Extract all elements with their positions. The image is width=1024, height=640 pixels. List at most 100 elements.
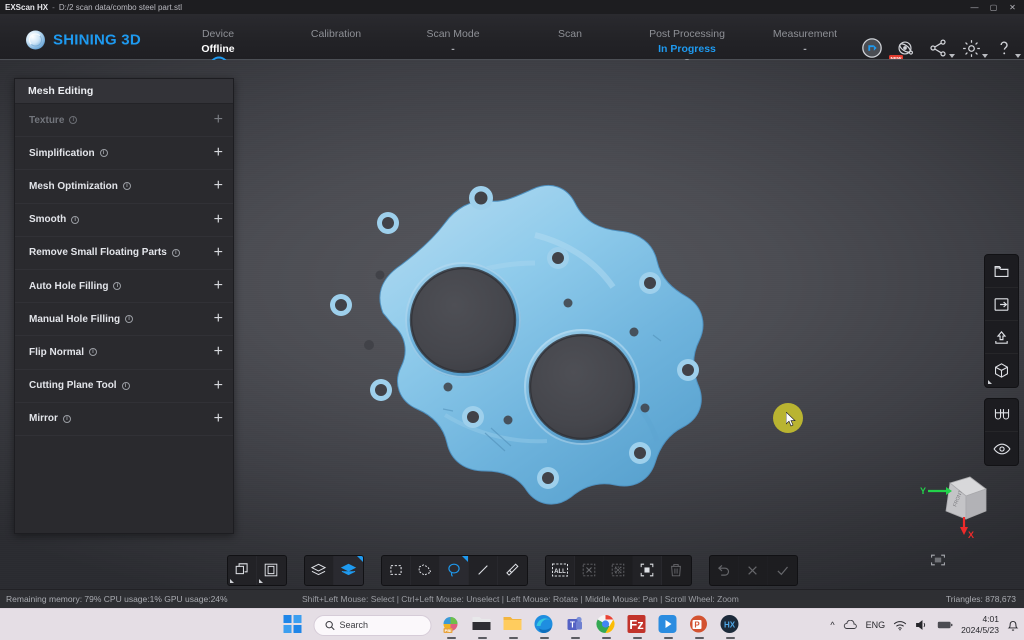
remote-control-icon[interactable] bbox=[860, 36, 884, 60]
info-icon[interactable]: i bbox=[71, 216, 79, 224]
minimize-button[interactable]: — bbox=[965, 0, 984, 14]
network-share-icon[interactable]: NEW bbox=[893, 36, 917, 60]
wireframe-box-icon[interactable] bbox=[257, 556, 286, 585]
google-chrome-icon[interactable] bbox=[596, 614, 618, 636]
panel-item-remove-small-floating-parts[interactable]: Remove Small Floating Partsi + bbox=[15, 237, 233, 270]
step-calibration[interactable]: Calibration bbox=[271, 28, 401, 42]
start-button-icon[interactable] bbox=[283, 614, 305, 636]
taskbar-search-input[interactable]: Search bbox=[314, 615, 432, 636]
expand-auto-hole-filling-button[interactable]: + bbox=[214, 278, 223, 294]
step-scan[interactable]: Scan bbox=[505, 28, 635, 42]
layers-icon[interactable] bbox=[305, 556, 334, 585]
info-icon[interactable]: i bbox=[100, 149, 108, 157]
settings-caret-icon[interactable] bbox=[982, 54, 988, 58]
settings-gear-icon[interactable] bbox=[959, 36, 983, 60]
expand-smooth-button[interactable]: + bbox=[214, 212, 223, 228]
panel-item-cutting-plane-tool[interactable]: Cutting Plane Tooli + bbox=[15, 370, 233, 403]
step-measurement[interactable]: Measurement - bbox=[740, 28, 870, 56]
view-cube-icon[interactable] bbox=[985, 354, 1018, 387]
panel-item-smooth[interactable]: Smoothi + bbox=[15, 204, 233, 237]
expand-remove-small-floating-parts-button[interactable]: + bbox=[214, 245, 223, 261]
expand-texture-button[interactable]: + bbox=[214, 112, 223, 128]
file-explorer-icon[interactable] bbox=[503, 614, 525, 636]
selection-tools-group bbox=[381, 555, 528, 586]
expand-flip-normal-button[interactable]: + bbox=[214, 344, 223, 360]
step-device[interactable]: Device Offline bbox=[153, 28, 283, 56]
submenu-corner-icon[interactable] bbox=[230, 579, 234, 583]
notification-icon[interactable] bbox=[1007, 619, 1019, 632]
taskbar-clock[interactable]: 4:01 2024/5/23 bbox=[961, 614, 999, 636]
3d-viewport[interactable]: Mesh Editing Texturei + Simplificationi … bbox=[0, 60, 1024, 589]
fit-to-view-icon[interactable] bbox=[930, 553, 946, 567]
tray-overflow-icon[interactable]: ^ bbox=[830, 620, 834, 630]
eye-visibility-icon[interactable] bbox=[985, 432, 1018, 465]
expand-simplification-button[interactable]: + bbox=[214, 145, 223, 161]
panel-item-simplification[interactable]: Simplificationi + bbox=[15, 137, 233, 170]
cancel-icon[interactable] bbox=[739, 556, 768, 585]
expand-manual-hole-filling-button[interactable]: + bbox=[214, 311, 223, 327]
panel-item-manual-hole-filling[interactable]: Manual Hole Fillingi + bbox=[15, 303, 233, 336]
share-icon[interactable] bbox=[926, 36, 950, 60]
info-icon[interactable]: i bbox=[125, 315, 133, 323]
panel-item-texture[interactable]: Texturei + bbox=[15, 104, 233, 137]
step-scan-mode[interactable]: Scan Mode - bbox=[388, 28, 518, 56]
info-icon[interactable]: i bbox=[122, 382, 130, 390]
info-icon[interactable]: i bbox=[113, 282, 121, 290]
navigation-cube[interactable]: FRONT Y X bbox=[912, 469, 1002, 541]
submenu-corner-icon[interactable] bbox=[988, 380, 992, 384]
title-bar: EXScan HX - D:/2 scan data/combo steel p… bbox=[0, 0, 1024, 14]
select-all-icon[interactable]: ALL bbox=[546, 556, 575, 585]
maximize-button[interactable]: ▢ bbox=[984, 0, 1003, 14]
info-icon[interactable]: i bbox=[63, 415, 71, 423]
info-icon[interactable]: i bbox=[172, 249, 180, 257]
close-button[interactable]: ✕ bbox=[1003, 0, 1022, 14]
expand-mirror-button[interactable]: + bbox=[214, 411, 223, 427]
expand-mesh-optimization-button[interactable]: + bbox=[214, 178, 223, 194]
confirm-icon[interactable] bbox=[768, 556, 797, 585]
panel-item-flip-normal[interactable]: Flip Normali + bbox=[15, 336, 233, 369]
submenu-corner-icon[interactable] bbox=[259, 579, 263, 583]
language-indicator[interactable]: ENG bbox=[866, 620, 886, 630]
pbi-app-icon[interactable]: PBI bbox=[441, 614, 463, 636]
info-icon[interactable]: i bbox=[123, 182, 131, 190]
rectangle-select-icon[interactable] bbox=[382, 556, 411, 585]
info-icon[interactable]: i bbox=[89, 348, 97, 356]
export-icon[interactable] bbox=[985, 288, 1018, 321]
open-folder-icon[interactable] bbox=[985, 255, 1018, 288]
scanned-mesh-model[interactable] bbox=[305, 165, 725, 515]
volume-icon[interactable] bbox=[915, 619, 929, 631]
filezilla-icon[interactable]: Fz bbox=[627, 614, 649, 636]
delete-icon[interactable] bbox=[662, 556, 691, 585]
cloud-icon[interactable] bbox=[843, 620, 858, 631]
microsoft-edge-icon[interactable] bbox=[534, 614, 556, 636]
battery-icon[interactable] bbox=[937, 620, 953, 630]
single-view-icon[interactable] bbox=[228, 556, 257, 585]
microsoft-teams-icon[interactable]: T bbox=[565, 614, 587, 636]
help-caret-icon[interactable] bbox=[1015, 54, 1021, 58]
upload-icon[interactable] bbox=[985, 321, 1018, 354]
panel-item-auto-hole-filling[interactable]: Auto Hole Fillingi + bbox=[15, 270, 233, 303]
step-post-processing[interactable]: Post Processing In Progress bbox=[622, 28, 752, 56]
invert-selection-icon[interactable] bbox=[604, 556, 633, 585]
polygon-select-icon[interactable] bbox=[411, 556, 440, 585]
mirror-symmetry-icon[interactable] bbox=[985, 399, 1018, 432]
exscan-hx-icon[interactable]: HX bbox=[720, 614, 742, 636]
undo-icon[interactable] bbox=[710, 556, 739, 585]
file-explorer-dark-icon[interactable] bbox=[472, 614, 494, 636]
layers-selected-icon[interactable] bbox=[334, 556, 363, 585]
isolate-selection-icon[interactable] bbox=[633, 556, 662, 585]
info-icon[interactable]: i bbox=[69, 116, 77, 124]
clock-date: 2024/5/23 bbox=[961, 625, 999, 636]
expand-cutting-plane-tool-button[interactable]: + bbox=[214, 378, 223, 394]
panel-item-mirror[interactable]: Mirrori + bbox=[15, 403, 233, 436]
powerpoint-icon[interactable]: P bbox=[689, 614, 711, 636]
lasso-select-icon[interactable] bbox=[440, 556, 469, 585]
help-question-icon[interactable] bbox=[992, 36, 1016, 60]
wifi-icon[interactable] bbox=[893, 620, 907, 631]
line-select-icon[interactable] bbox=[469, 556, 498, 585]
media-player-icon[interactable] bbox=[658, 614, 680, 636]
panel-item-mesh-optimization[interactable]: Mesh Optimizationi + bbox=[15, 170, 233, 203]
brush-select-icon[interactable] bbox=[498, 556, 527, 585]
deselect-icon[interactable] bbox=[575, 556, 604, 585]
share-caret-icon[interactable] bbox=[949, 54, 955, 58]
